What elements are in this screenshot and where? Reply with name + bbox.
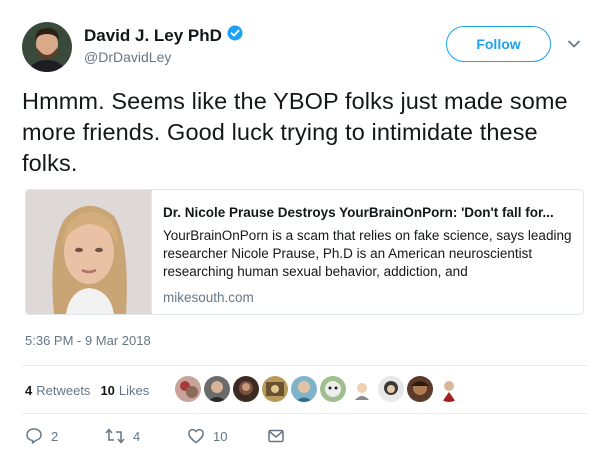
tweet-header: David J. Ley PhD @DrDavidLey Follow xyxy=(22,22,587,72)
author-handle[interactable]: @DrDavidLey xyxy=(84,49,243,65)
direct-message-action[interactable] xyxy=(267,427,285,445)
author-name[interactable]: David J. Ley PhD xyxy=(84,26,222,46)
retweets-label: Retweets xyxy=(36,382,91,398)
liker-avatar[interactable] xyxy=(320,376,346,402)
liker-avatar[interactable] xyxy=(291,376,317,402)
tweet-stats: 4 Retweets 10 Likes xyxy=(25,378,159,402)
liker-avatar[interactable] xyxy=(407,376,433,402)
like-action[interactable]: 10 xyxy=(187,427,267,445)
retweet-action[interactable]: 4 xyxy=(105,427,187,445)
divider xyxy=(22,413,587,414)
card-description: YourBrainOnPorn is a scam that relies on… xyxy=(163,228,572,279)
retweet-count: 4 xyxy=(133,428,141,444)
verified-badge-icon xyxy=(227,25,243,46)
liker-avatar[interactable] xyxy=(233,376,259,402)
author-avatar[interactable] xyxy=(22,22,72,72)
reply-action[interactable]: 2 xyxy=(25,427,105,445)
link-card[interactable]: Dr. Nicole Prause Destroys YourBrainOnPo… xyxy=(25,189,584,315)
likers-facepile xyxy=(175,376,462,402)
heart-icon xyxy=(187,427,205,445)
divider xyxy=(22,365,587,366)
chevron-down-icon[interactable] xyxy=(566,36,582,52)
retweets-count: 4 xyxy=(25,382,33,398)
retweet-icon xyxy=(105,427,125,445)
card-title[interactable]: Dr. Nicole Prause Destroys YourBrainOnPo… xyxy=(163,205,573,220)
reply-count: 2 xyxy=(51,428,59,444)
likes-stat[interactable]: 10 Likes xyxy=(100,383,149,398)
like-count: 10 xyxy=(213,428,228,444)
likes-count: 10 xyxy=(100,382,115,398)
liker-avatar[interactable] xyxy=(262,376,288,402)
card-thumbnail xyxy=(26,190,152,314)
tweet-actions: 2 4 10 xyxy=(25,425,285,447)
liker-avatar[interactable] xyxy=(175,376,201,402)
liker-avatar[interactable] xyxy=(349,376,375,402)
tweet-text: Hmmm. Seems like the YBOP folks just mad… xyxy=(22,88,568,176)
author-info: David J. Ley PhD @DrDavidLey xyxy=(84,25,243,65)
card-domain: mikesouth.com xyxy=(163,290,254,305)
liker-avatar[interactable] xyxy=(378,376,404,402)
tweet-timestamp[interactable]: 5:36 PM - 9 Mar 2018 xyxy=(25,333,151,348)
retweets-stat[interactable]: 4 Retweets xyxy=(25,383,90,398)
liker-avatar[interactable] xyxy=(436,376,462,402)
follow-button[interactable]: Follow xyxy=(446,26,551,62)
reply-icon xyxy=(25,427,43,445)
likes-label: Likes xyxy=(118,382,150,398)
liker-avatar[interactable] xyxy=(204,376,230,402)
envelope-icon xyxy=(267,427,285,445)
card-body: Dr. Nicole Prause Destroys YourBrainOnPo… xyxy=(163,205,573,305)
